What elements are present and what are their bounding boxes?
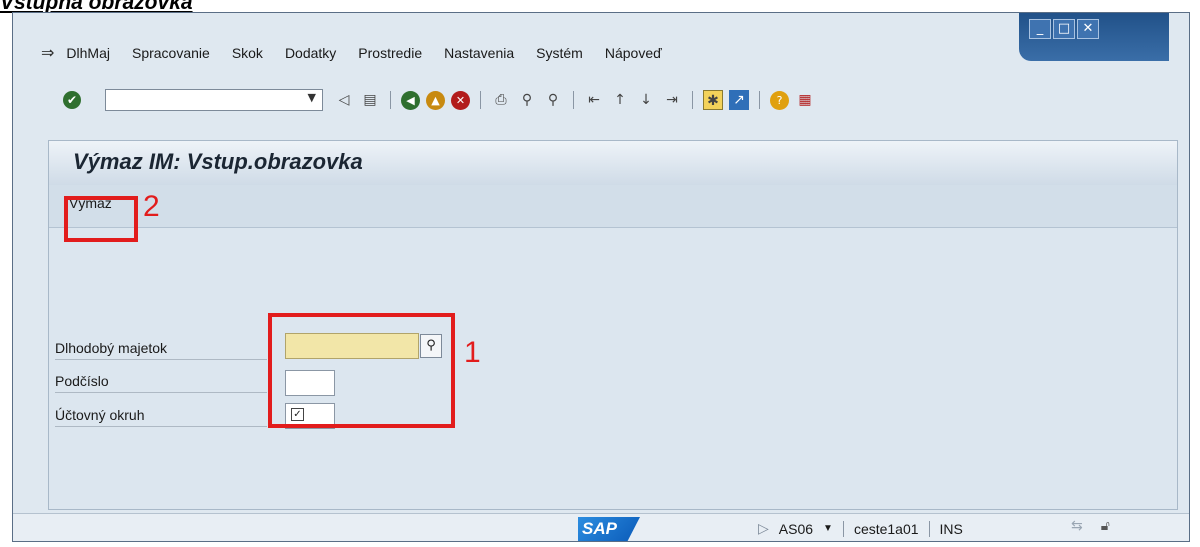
standard-toolbar: ✔ ▼ ◁ ▤ ◀ ▲ ✕ ⎙ ⚲ ⚲ ⇤ ↑ ↓ ⇥ ✱ ↗ ? ▦ bbox=[63, 87, 818, 113]
back-icon[interactable]: ◀ bbox=[401, 90, 420, 110]
print-icon[interactable]: ⎙ bbox=[491, 90, 511, 110]
sap-logo: SAP bbox=[578, 517, 640, 541]
label-podcislo: Podčíslo bbox=[55, 373, 267, 393]
window-controls: _ □ ✕ bbox=[1029, 19, 1099, 39]
label-dlhodoby-majetok: Dlhodobý majetok bbox=[55, 340, 267, 360]
enter-icon[interactable]: ✔ bbox=[63, 91, 81, 109]
minimize-button[interactable]: _ bbox=[1029, 19, 1051, 39]
close-button[interactable]: ✕ bbox=[1077, 19, 1099, 39]
cancel-icon[interactable]: ✕ bbox=[451, 90, 470, 110]
sap-window: _ □ ✕ ⇒ DlhMaj Spracovanie Skok Dodatky … bbox=[12, 12, 1190, 542]
status-bar: SAP ▷ AS06 ▼ ceste1a01 INS ⇆ 🔓︎ bbox=[13, 513, 1189, 541]
menu-item-prostredie[interactable]: Prostredie bbox=[358, 45, 422, 61]
toolbar-separator bbox=[390, 91, 391, 109]
menu-item-system[interactable]: Systém bbox=[536, 45, 583, 61]
chevron-down-icon[interactable]: ▼ bbox=[308, 91, 316, 104]
menu-item-dlhmaj[interactable]: DlhMaj bbox=[66, 45, 110, 61]
status-info: ▷ AS06 ▼ ceste1a01 INS bbox=[753, 520, 968, 537]
expand-status-icon[interactable]: ▷ bbox=[758, 520, 769, 537]
exit-icon[interactable]: ▲ bbox=[426, 90, 445, 110]
menu-item-napoved[interactable]: Nápoveď bbox=[605, 45, 662, 61]
toolbar-separator bbox=[692, 91, 693, 109]
help-icon[interactable]: ? bbox=[770, 90, 789, 110]
menu-item-skok[interactable]: Skok bbox=[232, 45, 263, 61]
command-field[interactable]: ▼ bbox=[105, 89, 323, 111]
server-name: ceste1a01 bbox=[853, 520, 919, 537]
maximize-button[interactable]: □ bbox=[1053, 19, 1075, 39]
menu-bar: ⇒ DlhMaj Spracovanie Skok Dodatky Prostr… bbox=[41, 43, 684, 62]
last-page-icon[interactable]: ⇥ bbox=[662, 90, 682, 110]
status-separator bbox=[928, 520, 930, 537]
system-menu-icon[interactable]: ⇒ bbox=[41, 43, 54, 62]
first-page-icon[interactable]: ⇤ bbox=[584, 90, 604, 110]
chevron-down-icon[interactable]: ▼ bbox=[823, 523, 833, 534]
title-bar: Výmaz IM: Vstup.obrazovka bbox=[49, 141, 1177, 186]
label-uctovny-okruh: Účtovný okruh bbox=[55, 407, 267, 427]
screen-title: Výmaz IM: Vstup.obrazovka bbox=[73, 149, 363, 174]
layout-menu-icon[interactable]: ▦ bbox=[795, 90, 815, 110]
annotation-number-2: 2 bbox=[143, 190, 160, 223]
find-next-icon[interactable]: ⚲ bbox=[543, 90, 563, 110]
create-session-icon[interactable]: ✱ bbox=[703, 90, 723, 110]
toolbar-separator bbox=[480, 91, 481, 109]
annotation-box-2 bbox=[64, 196, 138, 242]
menu-item-dodatky[interactable]: Dodatky bbox=[285, 45, 336, 61]
lock-icon[interactable]: 🔓︎ bbox=[1101, 518, 1110, 534]
tab-icon: ⇆ bbox=[1071, 518, 1083, 534]
transaction-code: AS06 bbox=[778, 520, 814, 537]
status-right: ⇆ 🔓︎ bbox=[1071, 518, 1110, 534]
menu-item-nastavenia[interactable]: Nastavenia bbox=[444, 45, 514, 61]
toolbar-separator bbox=[573, 91, 574, 109]
status-separator bbox=[842, 520, 844, 537]
toolbar-separator bbox=[759, 91, 760, 109]
shortcut-icon[interactable]: ↗ bbox=[729, 90, 749, 110]
back-arrow-icon[interactable]: ◁ bbox=[334, 90, 354, 110]
application-toolbar: Výmaz bbox=[49, 185, 1177, 228]
annotation-number-1: 1 bbox=[464, 336, 481, 369]
annotation-box-1 bbox=[268, 313, 455, 428]
input-mode: INS bbox=[939, 520, 963, 537]
next-page-icon[interactable]: ↓ bbox=[636, 90, 656, 110]
find-icon[interactable]: ⚲ bbox=[517, 90, 537, 110]
save-icon[interactable]: ▤ bbox=[360, 90, 380, 110]
previous-page-icon[interactable]: ↑ bbox=[610, 90, 630, 110]
screen-area: Výmaz IM: Vstup.obrazovka Výmaz Dlhodobý… bbox=[48, 140, 1178, 510]
menu-item-spracovanie[interactable]: Spracovanie bbox=[132, 45, 210, 61]
